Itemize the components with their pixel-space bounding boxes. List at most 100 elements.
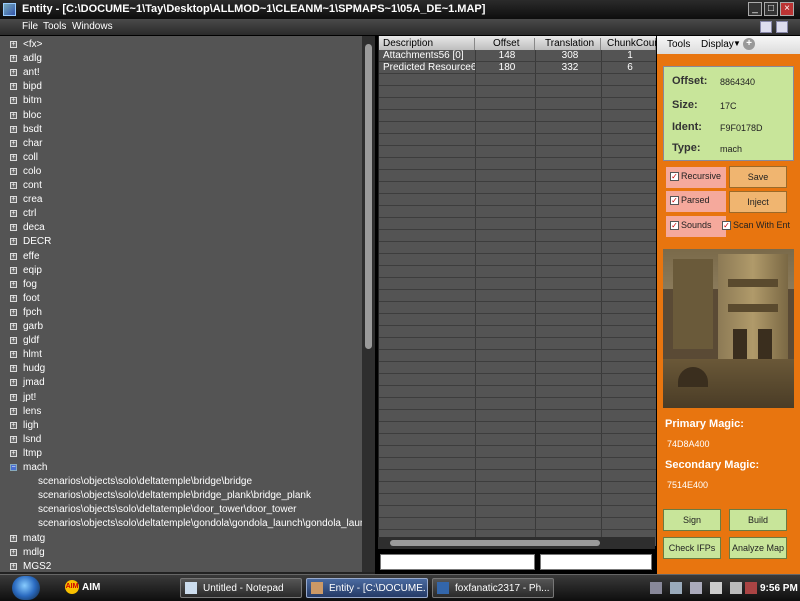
col-chunkcount[interactable]: ChunkCount xyxy=(601,38,656,50)
table-row[interactable] xyxy=(379,302,656,314)
tree-item[interactable]: + cont xyxy=(0,179,362,193)
expand-icon[interactable]: + xyxy=(10,69,17,77)
close-button[interactable]: × xyxy=(780,2,794,16)
recursive-checkbox[interactable]: ✓ Recursive xyxy=(666,167,726,188)
table-row[interactable] xyxy=(379,194,656,206)
maximize-button[interactable]: □ xyxy=(764,2,778,16)
expand-icon[interactable]: + xyxy=(10,196,17,204)
mdi-close-button[interactable] xyxy=(776,21,788,33)
expand-icon[interactable]: + xyxy=(10,393,17,401)
tree-child-item[interactable]: scenarios\objects\solo\deltatemple\door_… xyxy=(0,503,362,517)
tree-item[interactable]: + colo xyxy=(0,165,362,179)
mdi-restore-button[interactable] xyxy=(760,21,772,33)
tray-network-icon[interactable] xyxy=(670,582,682,594)
tree-child-item[interactable]: scenarios\objects\solo\deltatemple\gondo… xyxy=(0,517,362,531)
expand-icon[interactable]: + xyxy=(10,153,17,161)
tray-alert-icon[interactable] xyxy=(745,582,757,594)
table-row[interactable] xyxy=(379,98,656,110)
start-button[interactable] xyxy=(12,576,40,600)
menu-windows[interactable]: Windows xyxy=(72,21,113,32)
tree-item[interactable]: + jpt! xyxy=(0,391,362,405)
col-translation[interactable]: Translation xyxy=(535,38,601,50)
expand-icon[interactable]: + xyxy=(10,548,17,556)
col-description[interactable]: Description xyxy=(383,38,475,50)
minimize-button[interactable]: _ xyxy=(748,2,762,16)
tree-scroll-thumb[interactable] xyxy=(365,44,372,349)
tree-item[interactable]: + gldf xyxy=(0,334,362,348)
expand-icon[interactable]: + xyxy=(10,55,17,63)
parsed-checkbox[interactable]: ✓ Parsed xyxy=(666,191,726,212)
tree-item[interactable]: + fpch xyxy=(0,306,362,320)
expand-icon[interactable]: + xyxy=(10,97,17,105)
table-row[interactable] xyxy=(379,170,656,182)
expand-icon[interactable]: + xyxy=(10,421,17,429)
build-button[interactable]: Build xyxy=(729,509,787,531)
table-row[interactable] xyxy=(379,326,656,338)
table-row[interactable] xyxy=(379,206,656,218)
table-row[interactable]: Attachments56 [0] 148 308 1 xyxy=(379,50,656,62)
expand-icon[interactable]: + xyxy=(10,238,17,246)
tree-item[interactable]: + ltmp xyxy=(0,447,362,461)
table-row[interactable] xyxy=(379,350,656,362)
table-row[interactable] xyxy=(379,494,656,506)
chevron-down-icon[interactable]: ▼ xyxy=(733,39,741,48)
tree-item[interactable]: + ctrl xyxy=(0,207,362,221)
menu-tools[interactable]: Tools xyxy=(43,21,66,32)
tray-wifi-icon[interactable] xyxy=(730,582,742,594)
expand-icon[interactable]: + xyxy=(10,308,17,316)
tree-scrollbar[interactable] xyxy=(362,36,375,572)
tag-tree[interactable]: + <fx> + adlg + ant! + bipd + bitm + bloc + bsdt + char… xyxy=(0,36,362,572)
tree-item[interactable]: + matg xyxy=(0,532,362,546)
table-row[interactable]: Predicted Resource69... 180 332 6 xyxy=(379,62,656,74)
tree-item[interactable]: + <fx> xyxy=(0,38,362,52)
table-row[interactable] xyxy=(379,146,656,158)
tree-item[interactable]: + foot xyxy=(0,292,362,306)
scan-with-ent-checkbox[interactable]: ✓ Scan With Ent xyxy=(718,216,796,237)
tree-item[interactable]: + ligh xyxy=(0,419,362,433)
tree-item[interactable]: + bipd xyxy=(0,80,362,94)
table-row[interactable] xyxy=(379,446,656,458)
expand-icon[interactable]: + xyxy=(10,294,17,302)
tree-item[interactable]: + deca xyxy=(0,221,362,235)
expand-icon[interactable]: + xyxy=(10,351,17,359)
tree-item[interactable]: + MGS2 xyxy=(0,560,362,572)
expand-icon[interactable]: + xyxy=(10,167,17,175)
table-row[interactable] xyxy=(379,266,656,278)
display-dropdown[interactable]: Display xyxy=(701,39,734,50)
tree-item[interactable]: + DECR xyxy=(0,235,362,249)
add-icon[interactable]: + xyxy=(743,38,755,50)
tree-item[interactable]: + bitm xyxy=(0,94,362,108)
expand-icon[interactable]: + xyxy=(10,83,17,91)
table-row[interactable] xyxy=(379,218,656,230)
tray-volume-icon[interactable] xyxy=(710,582,722,594)
table-row[interactable] xyxy=(379,470,656,482)
sounds-checkbox[interactable]: ✓ Sounds xyxy=(666,216,726,237)
expand-icon[interactable]: + xyxy=(10,41,17,48)
tree-item[interactable]: + char xyxy=(0,137,362,151)
tree-item[interactable]: + bsdt xyxy=(0,123,362,137)
table-row[interactable] xyxy=(379,458,656,470)
aim-label[interactable]: AIM xyxy=(82,582,100,593)
table-row[interactable] xyxy=(379,386,656,398)
expand-icon[interactable]: + xyxy=(10,449,17,457)
expand-icon[interactable]: + xyxy=(10,210,17,218)
table-row[interactable] xyxy=(379,158,656,170)
table-row[interactable] xyxy=(379,278,656,290)
menu-file[interactable]: File xyxy=(22,21,38,32)
grid-scrollbar[interactable] xyxy=(378,537,655,549)
tree-item[interactable]: + eqip xyxy=(0,264,362,278)
collapse-icon[interactable]: − xyxy=(10,464,17,471)
expand-icon[interactable]: + xyxy=(10,435,17,443)
tree-item[interactable]: + garb xyxy=(0,320,362,334)
expand-icon[interactable]: + xyxy=(10,534,17,542)
table-row[interactable] xyxy=(379,362,656,374)
table-row[interactable] xyxy=(379,314,656,326)
table-row[interactable] xyxy=(379,422,656,434)
tree-item[interactable]: + mdlg xyxy=(0,546,362,560)
tree-item[interactable]: + coll xyxy=(0,151,362,165)
table-row[interactable] xyxy=(379,434,656,446)
tray-monitor-icon[interactable] xyxy=(690,582,702,594)
tree-child-item[interactable]: scenarios\objects\solo\deltatemple\bridg… xyxy=(0,475,362,489)
expand-icon[interactable]: + xyxy=(10,280,17,288)
expand-icon[interactable]: + xyxy=(10,125,17,133)
